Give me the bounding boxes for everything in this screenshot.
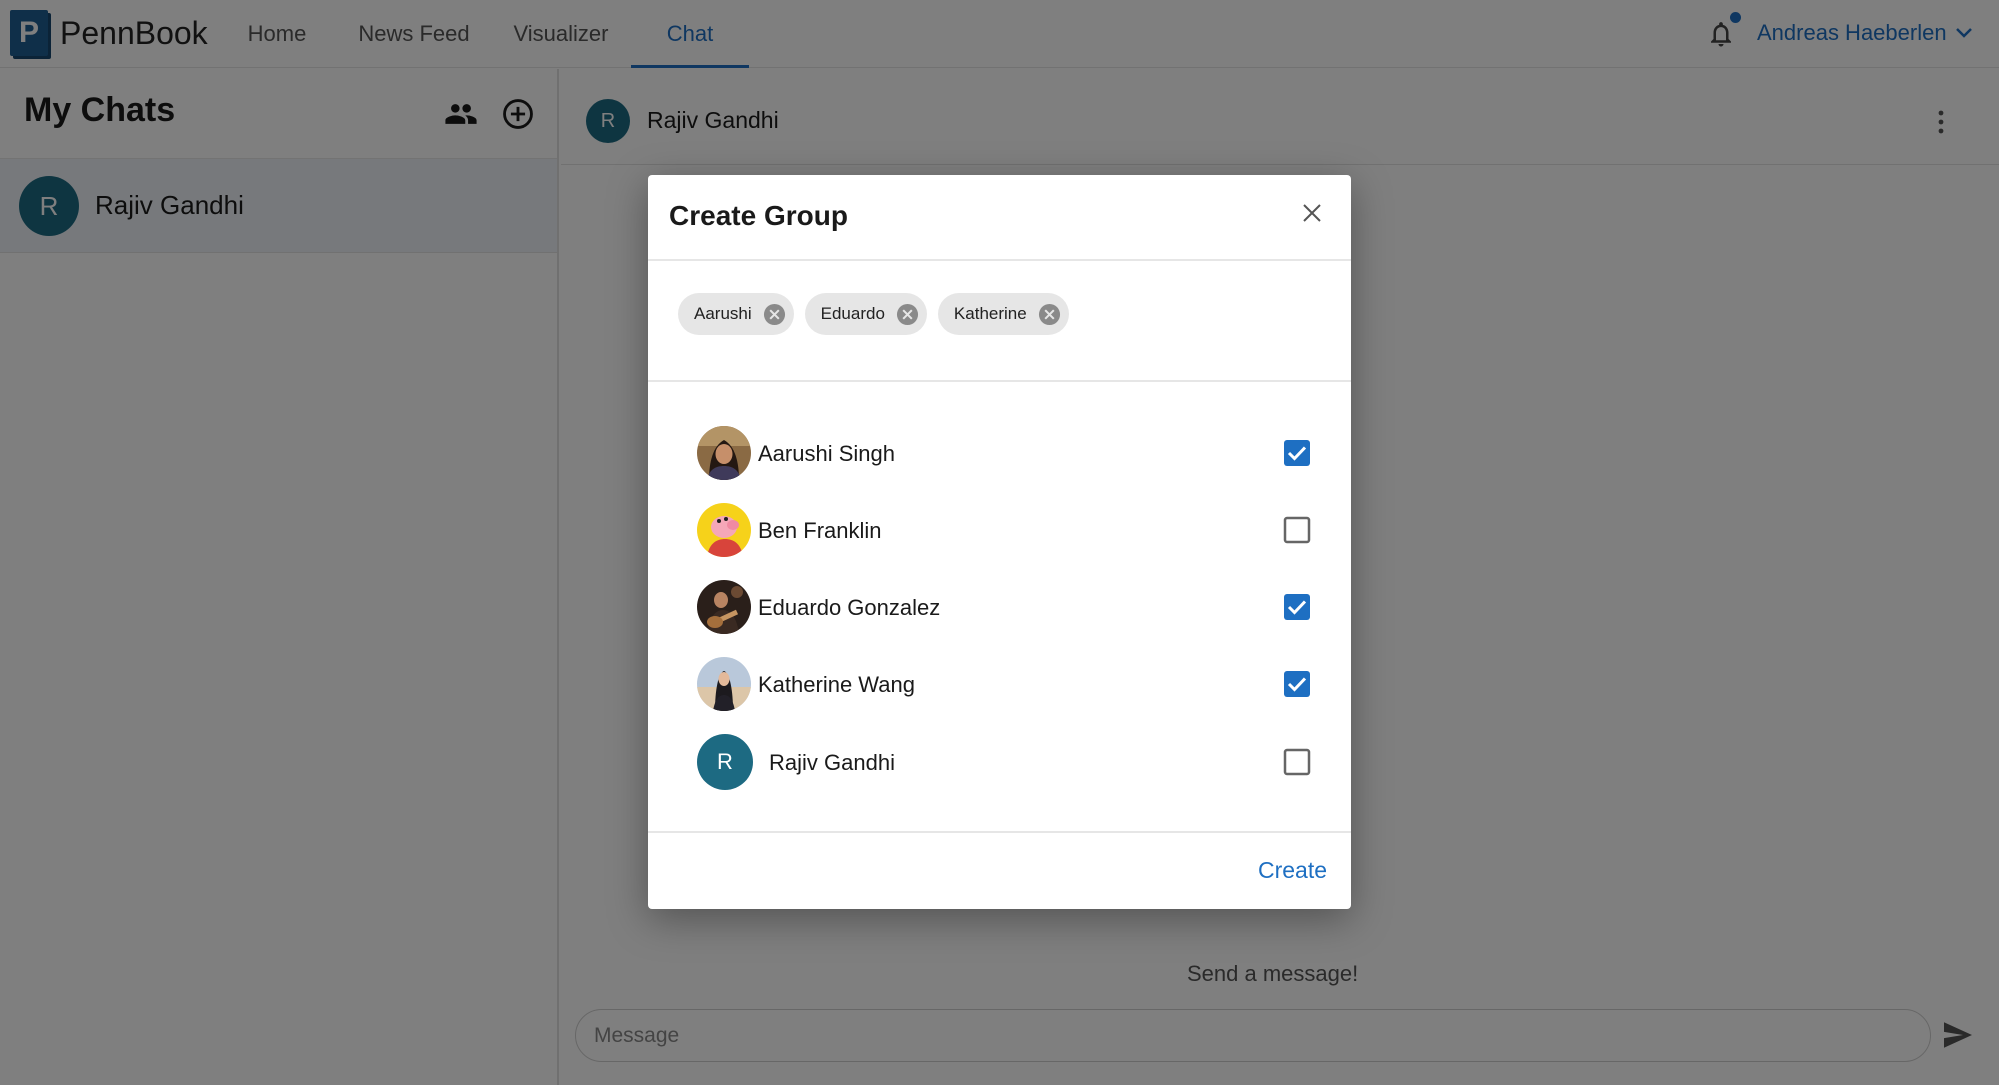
member-chip: Katherine [937, 293, 1069, 335]
member-chip: Eduardo [804, 293, 927, 335]
chip-label: Aarushi [694, 304, 752, 323]
chip-remove-icon[interactable] [1038, 303, 1061, 326]
selected-members-chips: Aarushi Eduardo Katherine [678, 293, 1080, 335]
member-name: Aarushi Singh [758, 441, 895, 466]
member-chip: Aarushi [678, 293, 794, 335]
divider [648, 380, 1351, 382]
member-checkbox[interactable] [1283, 516, 1311, 544]
member-checkbox[interactable] [1283, 593, 1311, 621]
member-row[interactable]: R Rajiv Gandhi [697, 734, 1317, 790]
divider [648, 831, 1351, 833]
member-row[interactable]: Eduardo Gonzalez [697, 580, 1317, 634]
chip-label: Katherine [953, 304, 1027, 323]
create-group-dialog: Create Group Aarushi Eduardo Katherine A… [648, 175, 1351, 909]
member-checkbox[interactable] [1283, 439, 1311, 467]
member-row[interactable]: Katherine Wang [697, 657, 1317, 711]
member-checkbox[interactable] [1283, 670, 1311, 698]
avatar: R [697, 734, 753, 790]
member-name: Katherine Wang [758, 672, 915, 697]
chip-label: Eduardo [820, 304, 885, 323]
avatar [697, 657, 751, 711]
member-name: Ben Franklin [758, 518, 882, 543]
close-icon[interactable] [1300, 201, 1324, 225]
chip-remove-icon[interactable] [896, 303, 919, 326]
member-name: Eduardo Gonzalez [758, 595, 941, 620]
member-checkbox[interactable] [1283, 748, 1311, 776]
dialog-title: Create Group [669, 200, 848, 231]
avatar [697, 426, 751, 480]
avatar [697, 503, 751, 557]
member-name: Rajiv Gandhi [769, 750, 895, 775]
avatar [697, 580, 751, 634]
chip-remove-icon[interactable] [763, 303, 786, 326]
member-row[interactable]: Aarushi Singh [697, 426, 1317, 480]
divider [648, 259, 1351, 261]
member-row[interactable]: Ben Franklin [697, 503, 1317, 557]
create-button[interactable]: Create [1258, 857, 1327, 884]
